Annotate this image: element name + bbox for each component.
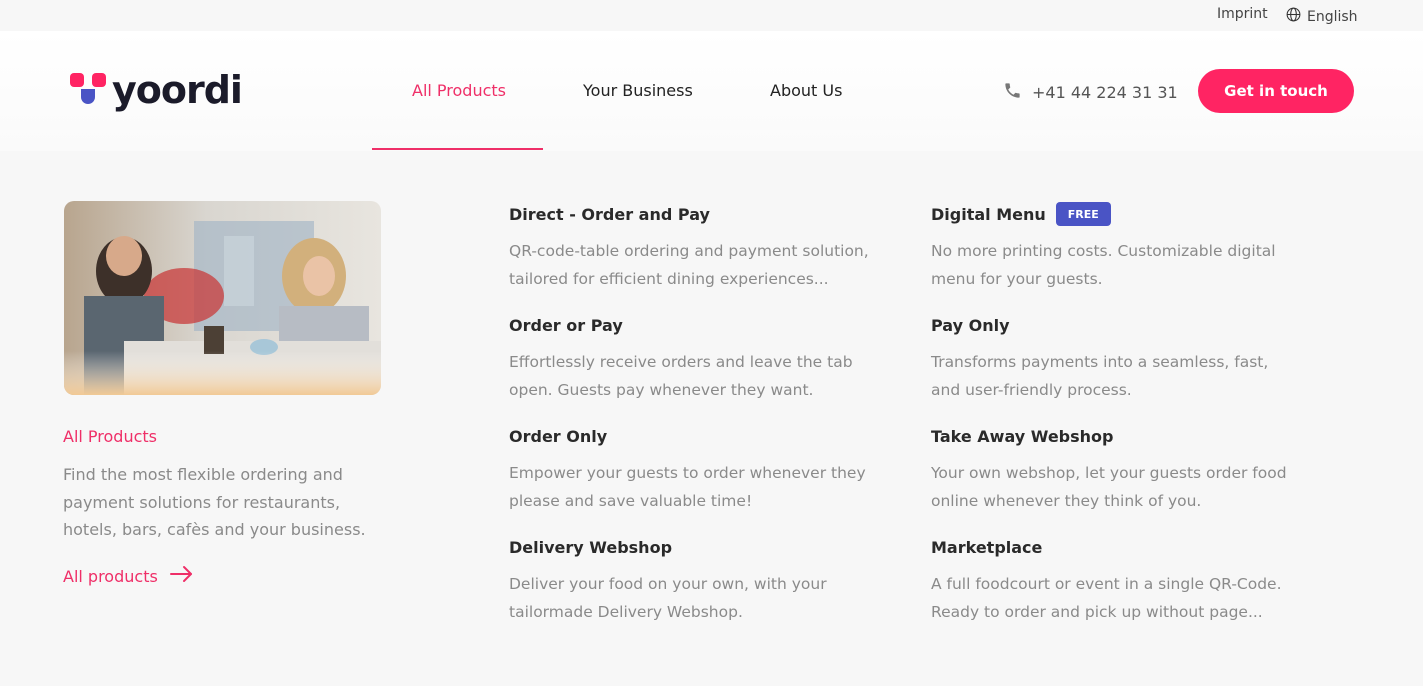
phone-link[interactable]: +41 44 224 31 31	[1003, 81, 1178, 104]
product-title: Direct - Order and Pay	[509, 204, 710, 224]
product-take-away-webshop[interactable]: Take Away Webshop Your own webshop, let …	[931, 424, 1291, 515]
product-description: Your own webshop, let your guests order …	[931, 464, 1287, 510]
nav-item-your-business[interactable]: Your Business	[583, 81, 693, 100]
product-description: Deliver your food on your own, with your…	[509, 575, 827, 621]
all-products-link-label: All products	[63, 566, 158, 586]
product-description: Empower your guests to order whenever th…	[509, 464, 866, 510]
product-title-row: Digital Menu FREE	[931, 202, 1291, 226]
product-title: Marketplace	[931, 537, 1043, 557]
cafe-photo	[64, 201, 381, 395]
main-header: yoordi All Products Your Business About …	[0, 31, 1423, 151]
nav-item-about-us[interactable]: About Us	[770, 81, 842, 100]
get-in-touch-button[interactable]: Get in touch	[1198, 69, 1354, 113]
language-label: English	[1307, 8, 1358, 25]
product-delivery-webshop[interactable]: Delivery Webshop Deliver your food on yo…	[509, 535, 869, 626]
product-order-or-pay[interactable]: Order or Pay Effortlessly receive orders…	[509, 313, 869, 404]
product-title: Digital Menu	[931, 204, 1046, 224]
phone-number: +41 44 224 31 31	[1032, 83, 1178, 102]
product-marketplace[interactable]: Marketplace A full foodcourt or event in…	[931, 535, 1291, 626]
product-description: No more printing costs. Customizable dig…	[931, 242, 1276, 288]
phone-icon	[1003, 81, 1022, 104]
product-title: Order Only	[509, 426, 608, 446]
yoordi-logo-mark-icon	[70, 73, 106, 107]
product-description: QR-code-table ordering and payment solut…	[509, 242, 869, 288]
language-selector[interactable]: English	[1285, 6, 1358, 27]
intro-title: All Products	[63, 427, 158, 446]
product-pay-only[interactable]: Pay Only Transforms payments into a seam…	[931, 313, 1291, 404]
imprint-link[interactable]: Imprint	[1217, 6, 1268, 22]
product-description: Effortlessly receive orders and leave th…	[509, 353, 853, 399]
product-order-only[interactable]: Order Only Empower your guests to order …	[509, 424, 869, 515]
product-title: Delivery Webshop	[509, 537, 673, 557]
arrow-right-icon	[169, 565, 194, 587]
globe-icon	[1285, 6, 1302, 27]
product-direct-order-and-pay[interactable]: Direct - Order and Pay QR-code-table ord…	[509, 202, 869, 293]
nav-item-all-products[interactable]: All Products	[412, 81, 506, 100]
brand-logo[interactable]: yoordi	[70, 68, 243, 112]
product-description: A full foodcourt or event in a single QR…	[931, 575, 1282, 621]
all-products-link[interactable]: All products	[63, 565, 194, 587]
product-title: Pay Only	[931, 315, 1010, 335]
product-title: Take Away Webshop	[931, 426, 1114, 446]
active-nav-underline	[372, 148, 543, 150]
product-digital-menu[interactable]: Digital Menu FREE No more printing costs…	[931, 202, 1291, 293]
brand-wordmark: yoordi	[112, 68, 243, 112]
free-badge: FREE	[1055, 202, 1111, 226]
intro-description: Find the most flexible ordering and paym…	[63, 465, 366, 539]
top-utility-bar: Imprint English	[0, 0, 1423, 31]
product-title: Order or Pay	[509, 315, 623, 335]
product-description: Transforms payments into a seamless, fas…	[931, 353, 1269, 399]
